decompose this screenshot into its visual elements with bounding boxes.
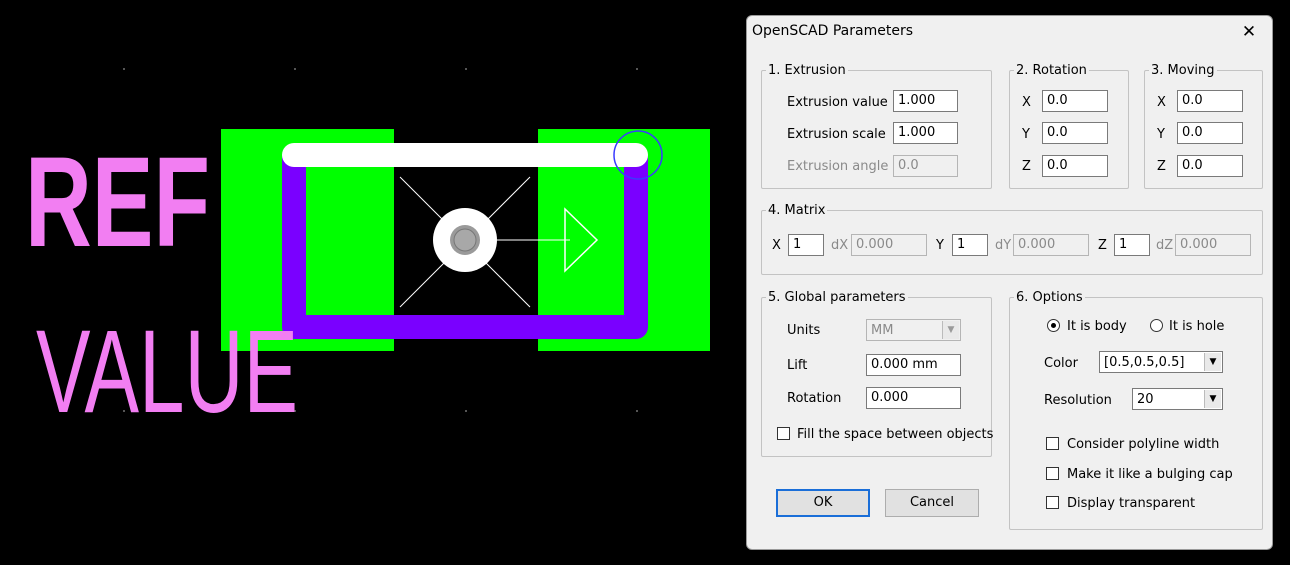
rotation-y-input[interactable]: 0.0 [1042,122,1108,144]
matrix-dz-label: dZ [1156,238,1174,253]
lift-input[interactable]: 0.000 mm [866,354,961,376]
radio-selected-dot [1051,323,1056,328]
moving-x-label: X [1157,95,1166,110]
chevron-down-icon: ▼ [1204,390,1221,408]
chevron-down-icon: ▼ [1204,353,1221,371]
matrix-dx-input[interactable]: 0.000 [851,234,927,256]
rotation-x-input[interactable]: 0.0 [1042,90,1108,112]
global-rotation-label: Rotation [787,391,842,406]
origin-marker-inner [453,228,477,252]
bulging-cap-checkbox[interactable] [1046,467,1059,480]
ref-text[interactable]: REF [25,131,210,274]
extrusion-angle-label: Extrusion angle [787,159,889,174]
units-select[interactable]: MM ▼ [866,319,961,341]
polyline-width-label: Consider polyline width [1067,437,1220,452]
rotation-y-label: Y [1022,127,1030,142]
matrix-z-input[interactable]: 1 [1114,234,1150,256]
moving-legend: 3. Moving [1151,63,1215,78]
openscad-parameters-dialog: OpenSCAD Parameters ✕ 1. Extrusion Extru… [746,15,1273,550]
dialog-title: OpenSCAD Parameters [752,23,913,39]
units-value: MM [871,323,894,338]
matrix-y-label: Y [936,238,944,253]
moving-z-label: Z [1157,159,1166,174]
rotation-x-label: X [1022,95,1031,110]
lift-label: Lift [787,358,808,373]
options-legend: 6. Options [1016,290,1083,305]
resolution-select[interactable]: 20 ▼ [1132,388,1223,410]
display-transparent-checkbox[interactable] [1046,496,1059,509]
it-is-hole-radio[interactable] [1150,319,1163,332]
matrix-z-label: Z [1098,238,1107,253]
display-transparent-label: Display transparent [1067,496,1196,511]
moving-x-input[interactable]: 0.0 [1177,90,1243,112]
extrusion-scale-label: Extrusion scale [787,127,886,142]
it-is-hole-label: It is hole [1169,319,1225,334]
extrusion-value-label: Extrusion value [787,95,888,110]
chevron-down-icon: ▼ [942,321,959,339]
fill-space-checkbox[interactable] [777,427,790,440]
matrix-y-input[interactable]: 1 [952,234,988,256]
close-icon[interactable]: ✕ [1234,19,1264,45]
matrix-dx-label: dX [831,238,849,253]
matrix-dy-label: dY [995,238,1012,253]
extrusion-angle-input[interactable]: 0.0 [893,155,958,177]
extrusion-scale-input[interactable]: 1.000 [893,122,958,144]
extrusion-legend: 1. Extrusion [768,63,846,78]
matrix-x-input[interactable]: 1 [788,234,824,256]
resolution-value: 20 [1137,392,1154,407]
global-parameters-legend: 5. Global parameters [768,290,906,305]
color-value: [0.5,0.5,0.5] [1104,355,1185,370]
fill-space-label: Fill the space between objects [797,427,994,442]
rotation-z-input[interactable]: 0.0 [1042,155,1108,177]
moving-y-label: Y [1157,127,1165,142]
matrix-x-label: X [772,238,781,253]
pcb-canvas[interactable]: REF VALUE [0,0,746,565]
units-label: Units [787,323,821,338]
bulging-cap-label: Make it like a bulging cap [1067,467,1233,482]
it-is-body-radio[interactable] [1047,319,1060,332]
extrusion-value-input[interactable]: 1.000 [893,90,958,112]
rotation-legend: 2. Rotation [1016,63,1087,78]
color-label: Color [1044,356,1078,371]
matrix-dy-input[interactable]: 0.000 [1013,234,1089,256]
matrix-dz-input[interactable]: 0.000 [1175,234,1251,256]
color-select[interactable]: [0.5,0.5,0.5] ▼ [1099,351,1223,373]
it-is-body-label: It is body [1067,319,1127,334]
moving-z-input[interactable]: 0.0 [1177,155,1243,177]
resolution-label: Resolution [1044,393,1112,408]
matrix-legend: 4. Matrix [768,203,826,218]
rotation-z-label: Z [1022,159,1031,174]
polyline-width-checkbox[interactable] [1046,437,1059,450]
moving-y-input[interactable]: 0.0 [1177,122,1243,144]
ok-button[interactable]: OK [776,489,870,517]
global-rotation-input[interactable]: 0.000 [866,387,961,409]
cancel-button[interactable]: Cancel [885,489,979,517]
value-text[interactable]: VALUE [36,306,298,438]
